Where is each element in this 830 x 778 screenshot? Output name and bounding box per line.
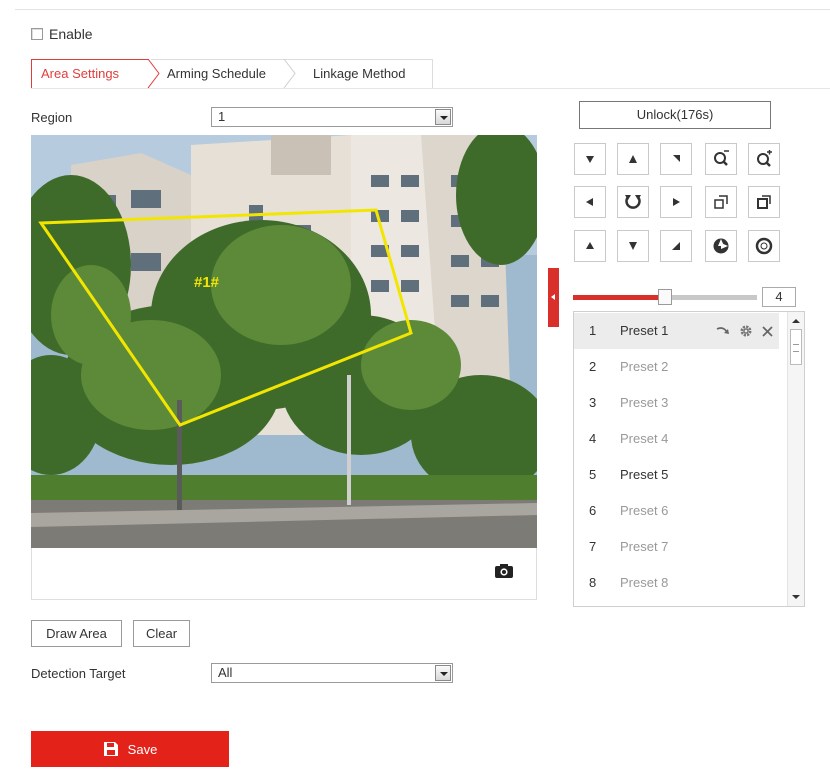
panel-collapse-toggle[interactable] (548, 268, 559, 327)
preset-row[interactable]: 7 Preset 7 (574, 529, 779, 565)
preset-row[interactable]: 6 Preset 6 (574, 493, 779, 529)
preset-number: 2 (589, 359, 597, 374)
iris-open-icon (713, 238, 729, 254)
tab-arming-schedule[interactable]: Arming Schedule (151, 59, 287, 88)
focus-far-icon (757, 195, 771, 209)
pan-left-button[interactable] (574, 186, 606, 218)
iris-open-button[interactable] (705, 230, 737, 262)
pan-up-button[interactable] (617, 143, 649, 175)
region-tag: #1# (194, 274, 220, 291)
enable-checkbox[interactable] (31, 28, 43, 40)
preset-number: 5 (589, 467, 597, 482)
pan-right-button[interactable] (660, 186, 692, 218)
enable-label: Enable (49, 26, 93, 42)
chevron-down-icon (435, 665, 451, 681)
chevron-down-icon (435, 109, 451, 125)
video-toolbar (31, 548, 537, 600)
enable-row[interactable]: Enable (31, 26, 93, 42)
call-preset-icon[interactable] (716, 325, 730, 337)
preset-name: Preset 4 (620, 431, 669, 446)
focus-near-button[interactable] (705, 186, 737, 218)
preset-name: Preset 2 (620, 359, 669, 374)
pan-up-right-button[interactable] (660, 143, 692, 175)
region-select[interactable]: 1 (211, 107, 453, 127)
tab-bar: Linkage Method Arming Schedule Area Sett… (31, 59, 830, 89)
clear-button[interactable]: Clear (133, 620, 190, 647)
pan-up-left-button[interactable] (574, 143, 606, 175)
auto-pan-icon (625, 195, 641, 209)
close-icon[interactable] (762, 325, 773, 337)
detection-target-label: Detection Target (31, 666, 126, 681)
preset-number: 3 (589, 395, 597, 410)
up-arrow-icon (629, 155, 637, 163)
preset-scrollbar[interactable] (787, 312, 804, 606)
slider-fill (573, 295, 665, 300)
camera-icon[interactable] (495, 564, 513, 578)
preset-actions (716, 313, 773, 349)
preset-row[interactable]: 4 Preset 4 (574, 421, 779, 457)
preset-number: 1 (589, 323, 597, 338)
preset-row[interactable]: 5 Preset 5 (574, 457, 779, 493)
down-right-arrow-icon (672, 242, 680, 250)
zoom-out-icon (714, 150, 729, 166)
detection-target-select[interactable]: All (211, 663, 453, 683)
left-arrow-icon (586, 198, 593, 206)
zoom-in-button[interactable] (748, 143, 780, 175)
draw-area-button[interactable]: Draw Area (31, 620, 122, 647)
right-arrow-icon (673, 198, 680, 206)
focus-far-button[interactable] (748, 186, 780, 218)
tab-linkage-method[interactable]: Linkage Method (287, 59, 433, 88)
scroll-thumb[interactable] (790, 329, 802, 365)
scroll-up-icon[interactable] (792, 319, 800, 323)
slider-thumb[interactable] (658, 289, 672, 305)
preset-row[interactable]: 2 Preset 2 (574, 349, 779, 385)
preset-number: 6 (589, 503, 597, 518)
down-left-arrow-icon (586, 242, 594, 249)
preset-name: Preset 1 (620, 323, 669, 338)
preset-row[interactable]: 1 Preset 1 (574, 313, 779, 349)
auto-pan-button[interactable] (617, 186, 649, 218)
preset-row[interactable]: 3 Preset 3 (574, 385, 779, 421)
ptz-speed-value[interactable]: 4 (762, 287, 796, 307)
preset-number: 8 (589, 575, 597, 590)
tab-area-settings[interactable]: Area Settings (31, 59, 149, 88)
pan-down-button[interactable] (617, 230, 649, 262)
zoom-in-icon (757, 150, 772, 167)
live-video-view[interactable]: #1# (31, 135, 537, 548)
gear-icon[interactable] (739, 324, 753, 338)
zoom-out-button[interactable] (705, 143, 737, 175)
preset-name: Preset 7 (620, 539, 669, 554)
unlock-button[interactable]: Unlock(176s) (579, 101, 771, 129)
preset-name: Preset 5 (620, 467, 669, 482)
top-divider (15, 9, 830, 10)
save-button[interactable]: Save (31, 731, 229, 767)
iris-close-icon (755, 237, 773, 255)
preset-number: 4 (589, 431, 597, 446)
focus-near-icon (714, 195, 728, 209)
preset-name: Preset 8 (620, 575, 669, 590)
tab-separator (283, 59, 296, 88)
iris-close-button[interactable] (748, 230, 780, 262)
region-label: Region (31, 110, 73, 125)
up-right-arrow-icon (673, 155, 680, 162)
preset-name: Preset 6 (620, 503, 669, 518)
preset-row[interactable]: 8 Preset 8 (574, 565, 779, 601)
scroll-down-icon[interactable] (792, 595, 800, 599)
ptz-speed-slider[interactable] (573, 289, 757, 305)
camera-scene: #1# (31, 135, 537, 548)
preset-list: 1 Preset 1 2 Preset 2 3 Preset 3 4 Preset 4 5 Pre… (573, 311, 805, 607)
floppy-disk-icon (103, 742, 118, 756)
tab-separator-red (147, 59, 160, 88)
pan-down-left-button[interactable] (574, 230, 606, 262)
down-arrow-icon (629, 242, 637, 250)
pan-down-right-button[interactable] (660, 230, 692, 262)
up-left-arrow-icon (586, 156, 594, 163)
save-label: Save (127, 741, 158, 757)
preset-number: 7 (589, 539, 597, 554)
preset-name: Preset 3 (620, 395, 669, 410)
